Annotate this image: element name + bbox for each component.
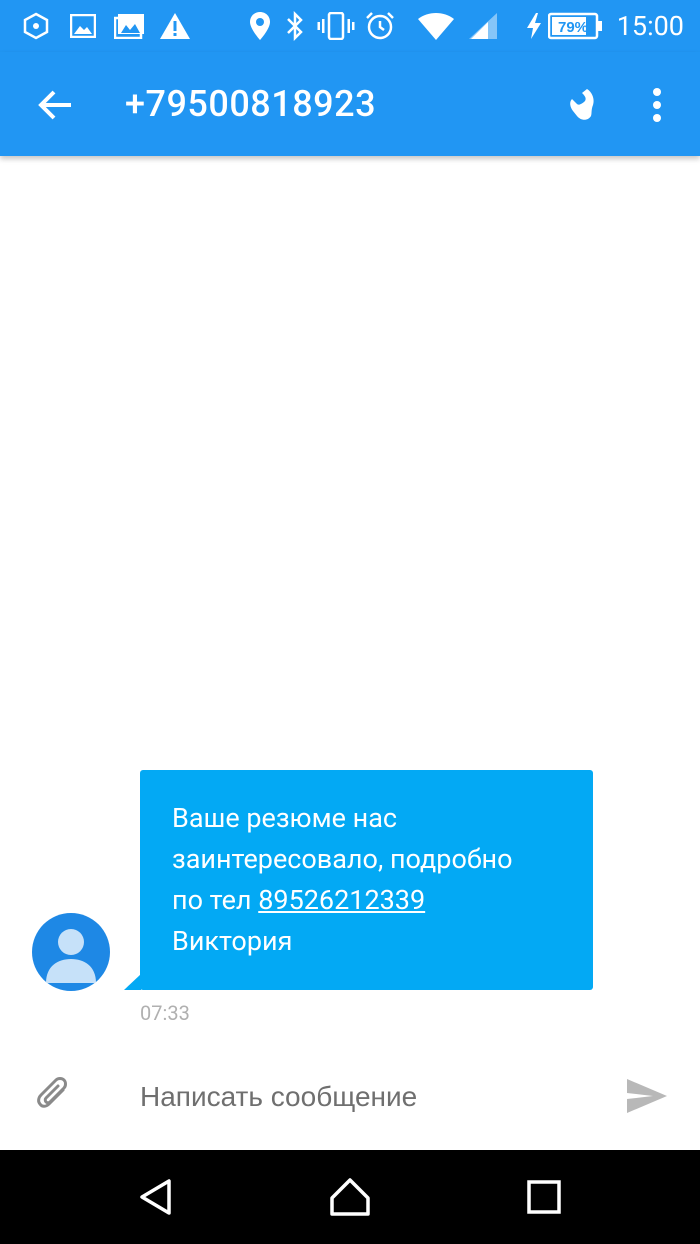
navigation-bar (0, 1150, 700, 1244)
gallery-notification-icon (112, 0, 148, 52)
attach-icon[interactable] (28, 1070, 80, 1122)
battery-percent: 79% (558, 19, 588, 36)
message-line: по тел (172, 884, 259, 916)
phone-call-icon[interactable] (552, 80, 602, 130)
charging-icon (524, 0, 544, 52)
message-text: Ваше резюме нас заинтересовало, подробно… (172, 798, 582, 962)
back-arrow-icon[interactable] (30, 80, 80, 130)
message-line: Ваше резюме нас (172, 802, 398, 834)
phone-number-link[interactable]: 89526212339 (258, 884, 425, 916)
avatar[interactable] (32, 913, 110, 991)
alarm-icon (364, 0, 396, 52)
battery-icon: 79% (548, 0, 604, 52)
status-bar: 79% 15:00 (0, 0, 700, 52)
nav-home-icon[interactable] (300, 1150, 400, 1244)
message-signature: Виктория (172, 925, 293, 957)
nav-recents-icon[interactable] (494, 1150, 594, 1244)
nav-back-icon[interactable] (106, 1150, 206, 1244)
message-timestamp: 07:33 (140, 1001, 190, 1025)
conversation-title: +79500818923 (125, 83, 377, 125)
app-notification-icon (20, 0, 52, 52)
message-line: заинтересовало, подробно (172, 843, 513, 875)
warning-icon (158, 0, 192, 52)
bluetooth-icon (281, 0, 309, 52)
message-bubble-tail (124, 974, 141, 990)
cellular-signal-icon (466, 0, 500, 52)
more-vert-icon[interactable] (632, 80, 682, 130)
app-bar: +79500818923 (0, 52, 700, 156)
image-notification-icon (67, 0, 99, 52)
send-icon[interactable] (618, 1070, 676, 1122)
vibrate-icon (316, 0, 356, 52)
person-icon (46, 929, 96, 983)
status-time: 15:00 (616, 10, 684, 42)
message-bubble[interactable]: Ваше резюме нас заинтересовало, подробно… (140, 770, 593, 990)
location-icon (246, 0, 274, 52)
wifi-icon (416, 0, 456, 52)
message-input[interactable] (140, 1070, 580, 1124)
composer-bar (0, 1040, 700, 1150)
